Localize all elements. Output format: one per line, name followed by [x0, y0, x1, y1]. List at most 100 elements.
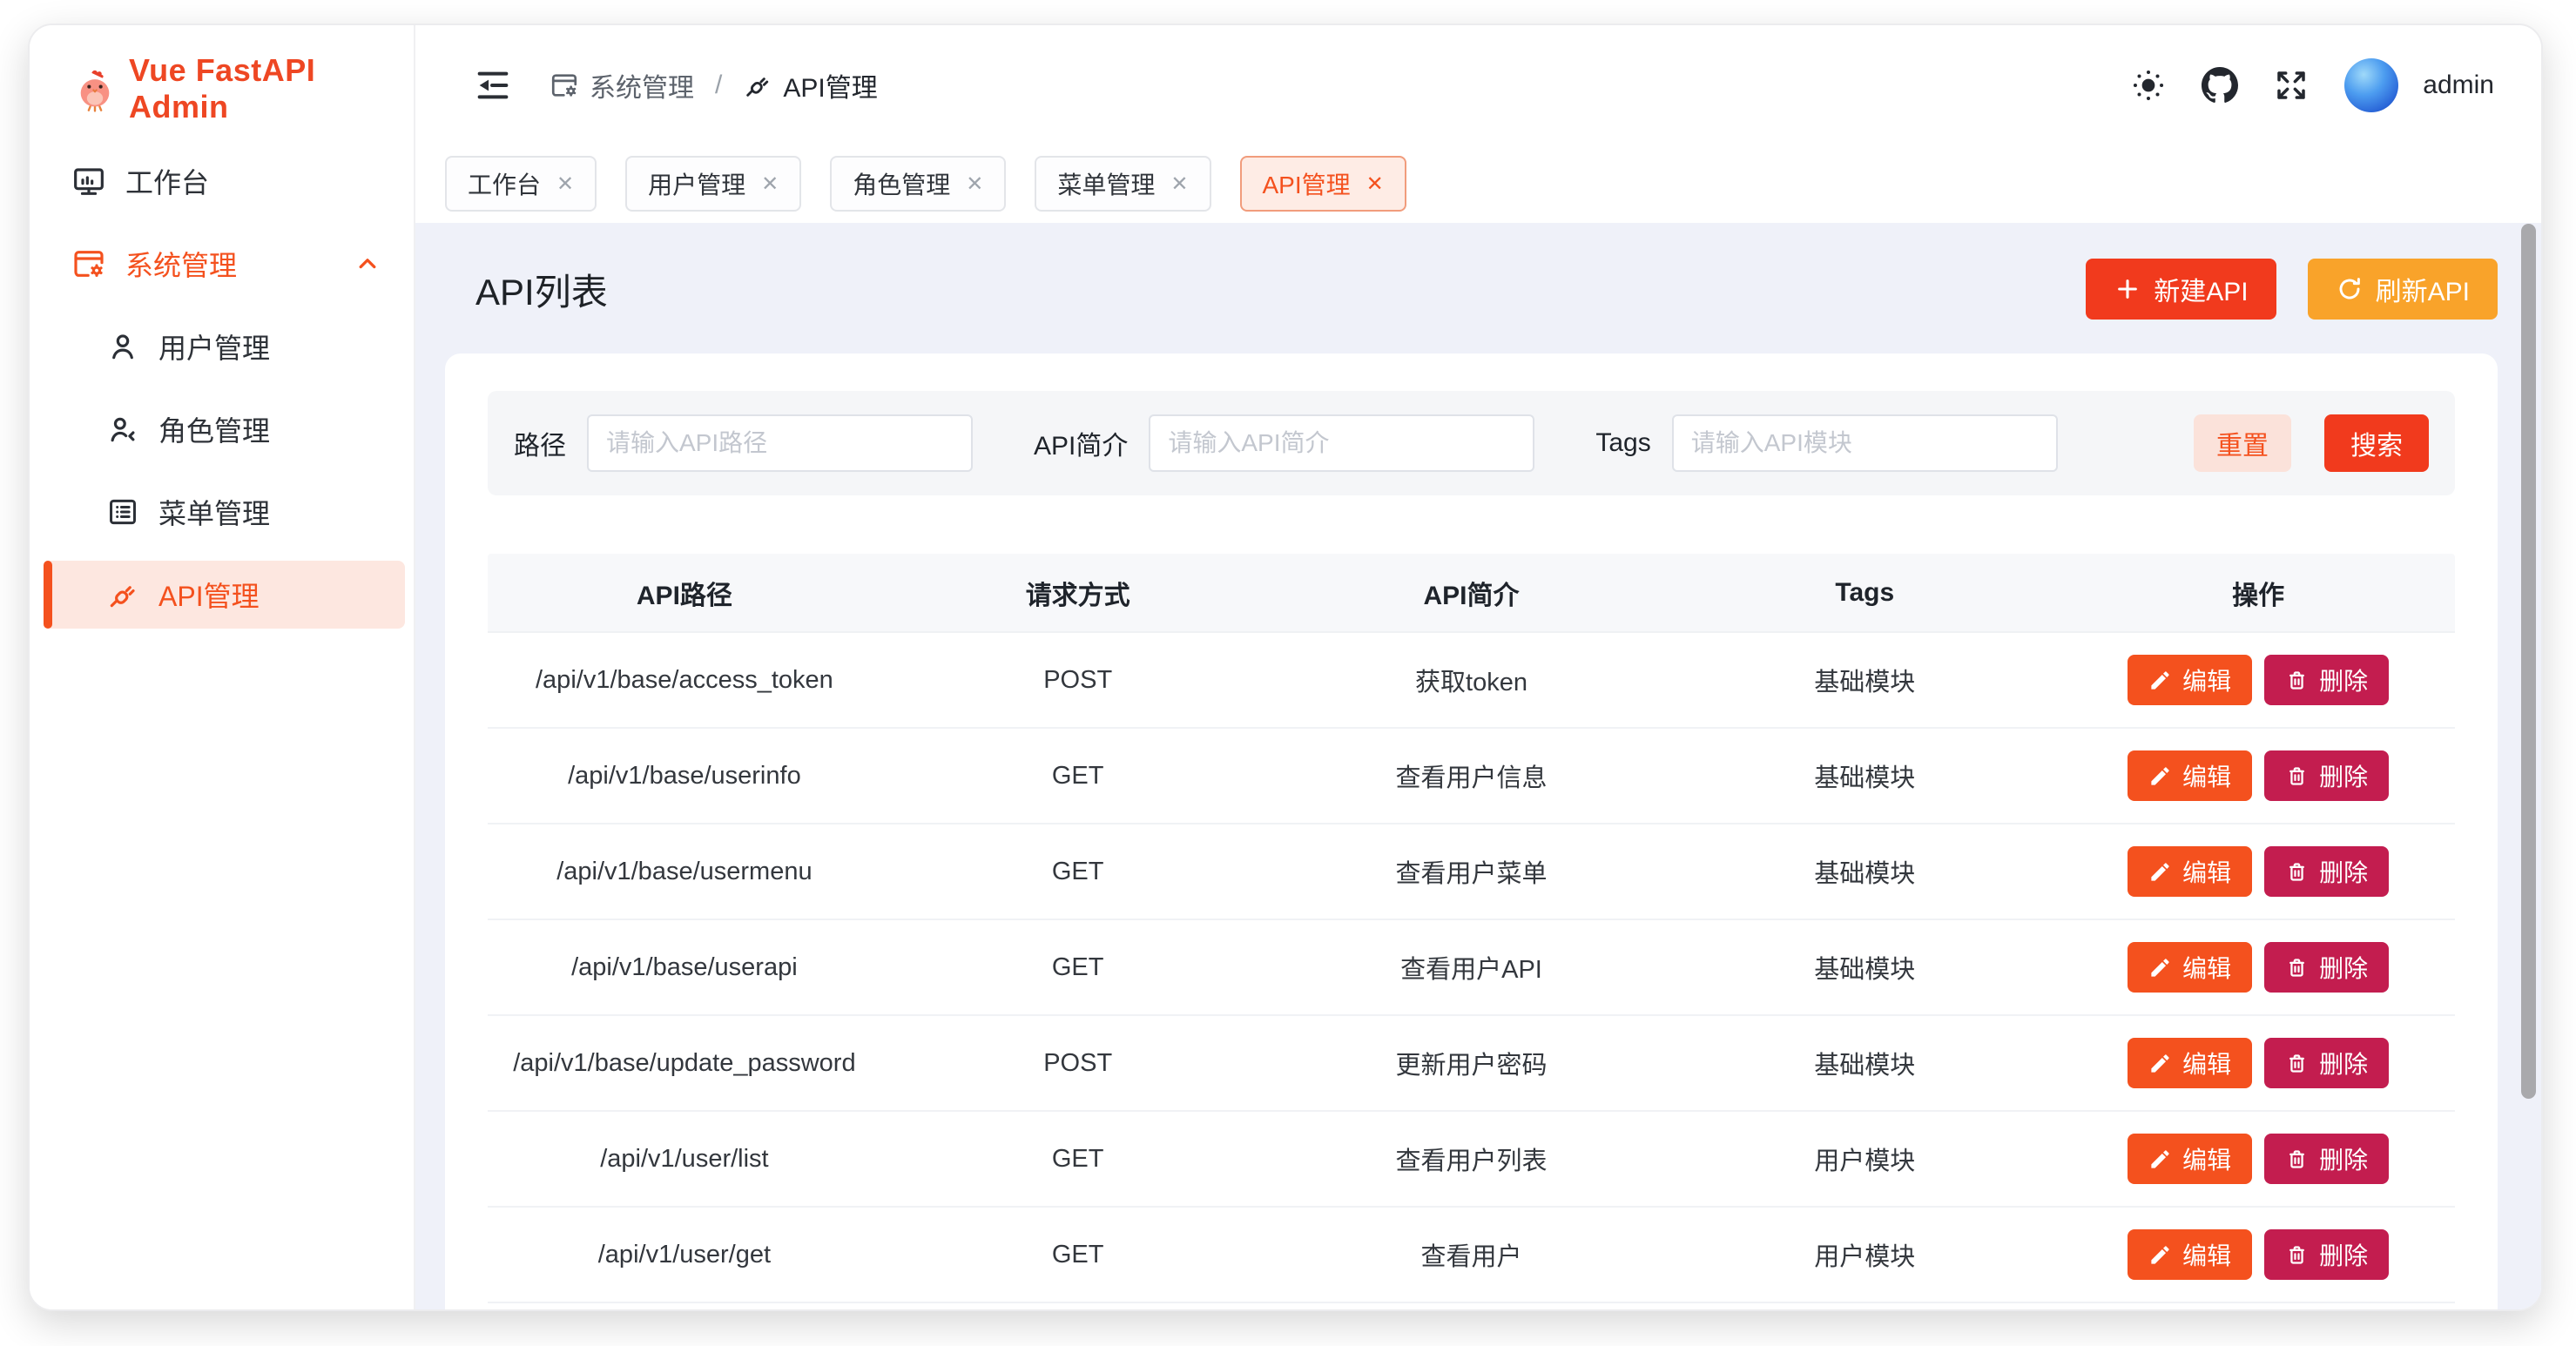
cell-summary: 查看用户菜单	[1275, 853, 1669, 890]
tab-label: 菜单管理	[1057, 166, 1155, 201]
active-indicator-bar	[44, 561, 52, 629]
cell-method: POST	[881, 1049, 1275, 1078]
sidebar-item-users[interactable]: 用户管理	[44, 313, 405, 380]
pencil-icon	[2148, 764, 2172, 788]
sidebar-item-label: 工作台	[125, 161, 209, 201]
api-table: API路径 请求方式 API简介 Tags 操作 /api/v1/base/ac…	[488, 554, 2455, 1303]
cell-api-path: /api/v1/base/access_token	[488, 666, 881, 695]
refresh-api-button[interactable]: 刷新API	[2308, 259, 2498, 320]
plus-icon	[2114, 275, 2141, 303]
tab-bar: 工作台 ✕ 用户管理 ✕ 角色管理 ✕ 菜单管理 ✕	[415, 145, 2541, 223]
delete-button[interactable]: 删除	[2264, 655, 2389, 705]
cell-method: GET	[881, 1241, 1275, 1269]
breadcrumb: 系统管理 / API管理	[550, 66, 878, 104]
edit-button[interactable]: 编辑	[2128, 846, 2252, 897]
edit-label: 编辑	[2182, 1141, 2231, 1176]
github-icon[interactable]	[2202, 67, 2238, 104]
sidebar-item-system[interactable]: 系统管理	[44, 230, 405, 298]
cell-method: GET	[881, 762, 1275, 791]
edit-button[interactable]: 编辑	[2128, 1229, 2252, 1280]
sidebar-item-label: 系统管理	[125, 244, 237, 284]
tab[interactable]: 工作台 ✕	[445, 156, 597, 212]
edit-button[interactable]: 编辑	[2128, 750, 2252, 801]
pencil-icon	[2148, 1147, 2172, 1171]
scrollbar-thumb[interactable]	[2521, 224, 2536, 1099]
cell-tags: 基础模块	[1668, 853, 2061, 890]
menu-list-icon	[106, 495, 139, 528]
breadcrumb-item-system[interactable]: 系统管理	[550, 66, 694, 104]
tab-close-icon[interactable]: ✕	[1366, 172, 1384, 197]
edit-label: 编辑	[2182, 1046, 2231, 1080]
cell-summary: 更新用户密码	[1275, 1045, 1669, 1081]
pencil-icon	[2148, 669, 2172, 692]
edit-button[interactable]: 编辑	[2128, 1038, 2252, 1088]
cell-method: GET	[881, 953, 1275, 982]
delete-label: 删除	[2319, 1046, 2368, 1080]
cell-actions: 编辑	[2061, 1038, 2455, 1088]
user-avatar[interactable]	[2344, 58, 2398, 112]
delete-button[interactable]: 删除	[2264, 1229, 2389, 1280]
sidebar-item-roles[interactable]: 角色管理	[44, 395, 405, 463]
sidebar-item-api[interactable]: API管理	[44, 561, 405, 629]
tab[interactable]: 用户管理 ✕	[625, 156, 801, 212]
trash-icon	[2285, 1243, 2309, 1267]
sidebar-item-label: 角色管理	[158, 409, 270, 449]
table-row: /api/v1/base/access_token POST 获取token 基…	[488, 633, 2455, 729]
table-row: /api/v1/base/usermenu GET 查看用户菜单 基础模块	[488, 824, 2455, 920]
trash-icon	[2285, 764, 2309, 788]
column-header-summary: API简介	[1275, 574, 1669, 612]
user-name[interactable]: admin	[2423, 71, 2494, 100]
cell-actions: 编辑	[2061, 1134, 2455, 1184]
brand[interactable]: Vue FastAPI Admin	[30, 25, 414, 123]
trash-icon	[2285, 1052, 2309, 1075]
column-header-method: 请求方式	[881, 574, 1275, 612]
tab[interactable]: API管理 ✕	[1240, 156, 1406, 212]
tags-filter-input[interactable]	[1672, 414, 2058, 472]
top-bar: 系统管理 / API管理	[415, 25, 2541, 145]
delete-button[interactable]: 删除	[2264, 846, 2389, 897]
trash-icon	[2285, 669, 2309, 692]
new-api-button[interactable]: 新建API	[2086, 259, 2276, 320]
cell-tags: 用户模块	[1668, 1141, 2061, 1177]
edit-button[interactable]: 编辑	[2128, 655, 2252, 705]
breadcrumb-item-api[interactable]: API管理	[743, 66, 877, 104]
delete-button[interactable]: 删除	[2264, 942, 2389, 993]
refresh-icon	[2336, 275, 2364, 303]
edit-label: 编辑	[2182, 854, 2231, 889]
table-row: /api/v1/base/update_password POST 更新用户密码…	[488, 1016, 2455, 1112]
tab[interactable]: 角色管理 ✕	[830, 156, 1006, 212]
search-button[interactable]: 搜索	[2324, 414, 2429, 472]
delete-label: 删除	[2319, 950, 2368, 985]
window-settings-icon	[550, 71, 579, 100]
edit-label: 编辑	[2182, 950, 2231, 985]
delete-button[interactable]: 删除	[2264, 750, 2389, 801]
tab-close-icon[interactable]: ✕	[761, 172, 779, 197]
theme-sun-icon[interactable]	[2130, 67, 2167, 104]
sidebar-item-workbench[interactable]: 工作台	[44, 147, 405, 215]
page-header: API列表 新建API	[445, 258, 2498, 320]
table-header: API路径 请求方式 API简介 Tags 操作	[488, 554, 2455, 633]
summary-filter-input[interactable]	[1149, 414, 1534, 472]
tab-close-icon[interactable]: ✕	[966, 172, 983, 197]
delete-button[interactable]: 删除	[2264, 1038, 2389, 1088]
delete-label: 删除	[2319, 854, 2368, 889]
sidebar-item-menus[interactable]: 菜单管理	[44, 478, 405, 546]
delete-button[interactable]: 删除	[2264, 1134, 2389, 1184]
role-icon	[106, 413, 139, 446]
new-api-label: 新建API	[2154, 270, 2248, 308]
fullscreen-icon[interactable]	[2273, 67, 2310, 104]
chicken-logo-icon	[70, 64, 120, 114]
cell-summary: 查看用户	[1275, 1236, 1669, 1273]
sidebar-collapse-icon[interactable]	[473, 65, 513, 105]
cell-actions: 编辑	[2061, 942, 2455, 993]
reset-button[interactable]: 重置	[2194, 414, 2291, 472]
edit-label: 编辑	[2182, 663, 2231, 697]
cell-actions: 编辑	[2061, 655, 2455, 705]
edit-label: 编辑	[2182, 1237, 2231, 1272]
tab-close-icon[interactable]: ✕	[556, 172, 574, 197]
tab-close-icon[interactable]: ✕	[1170, 172, 1188, 197]
tab[interactable]: 菜单管理 ✕	[1035, 156, 1210, 212]
path-filter-input[interactable]	[587, 414, 973, 472]
edit-button[interactable]: 编辑	[2128, 1134, 2252, 1184]
edit-button[interactable]: 编辑	[2128, 942, 2252, 993]
